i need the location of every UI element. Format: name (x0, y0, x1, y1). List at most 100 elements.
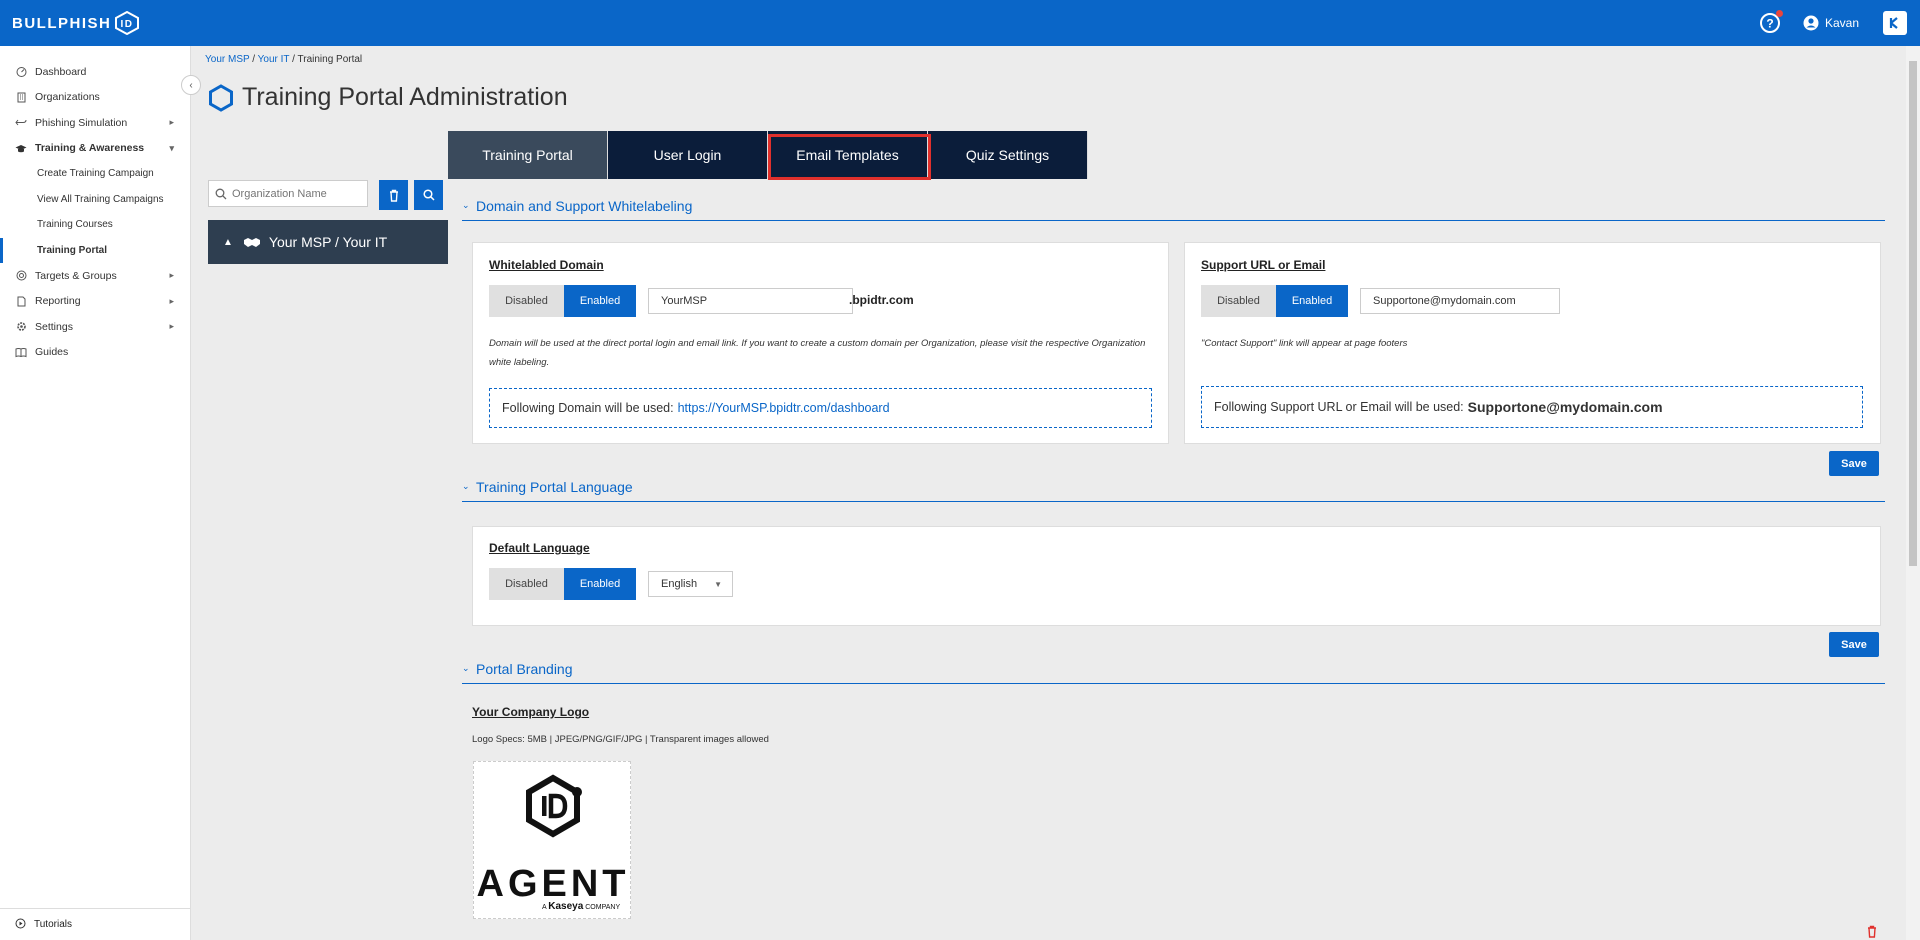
organization-tree-label: Your MSP / Your IT (268, 234, 388, 250)
chevron-down-icon: ⌄ (462, 200, 470, 210)
section-header-domain[interactable]: ⌄ Domain and Support Whitelabeling (462, 198, 1885, 221)
logo-tagline-brand: Kaseya (548, 901, 584, 912)
gear-icon (15, 321, 27, 333)
language-select-value: English (661, 578, 698, 590)
chevron-right-icon: ▸ (169, 295, 174, 306)
support-disabled-button[interactable]: Disabled (1201, 285, 1276, 317)
sidebar-subitem-training-portal[interactable]: Training Portal (0, 237, 190, 263)
scrollbar-thumb[interactable] (1909, 61, 1917, 566)
sidebar-footer-label: Tutorials (34, 919, 72, 930)
page-scrollbar[interactable] (1906, 46, 1920, 940)
section-header-branding[interactable]: ⌄ Portal Branding (462, 661, 1885, 684)
page-title: Training Portal Administration (208, 83, 568, 112)
trash-icon (389, 189, 398, 202)
sidebar-item-settings[interactable]: Settings ▸ (0, 314, 190, 340)
sidebar-item-targets-groups[interactable]: Targets & Groups ▸ (0, 263, 190, 289)
breadcrumb-link-msp[interactable]: Your MSP (205, 54, 249, 65)
breadcrumb-separator: / (249, 54, 258, 65)
chevron-right-icon: ▸ (169, 117, 174, 128)
brand-logo[interactable]: BULLPHISH ID (12, 11, 140, 35)
card-title: Default Language (489, 541, 590, 555)
hexagon-icon (209, 83, 233, 112)
language-select[interactable]: English ▼ (648, 571, 733, 597)
hook-icon (15, 117, 27, 129)
language-toggle: Disabled Enabled (489, 568, 636, 600)
domain-enabled-button[interactable]: Enabled (564, 285, 636, 317)
organization-tree-item[interactable]: ▲ Your MSP / Your IT (208, 220, 448, 264)
clear-search-button[interactable] (379, 180, 408, 210)
sidebar-item-label: Targets & Groups (35, 269, 117, 282)
sidebar-item-label: Reporting (35, 295, 81, 308)
support-enabled-button[interactable]: Enabled (1276, 285, 1348, 317)
save-language-button[interactable]: Save (1829, 632, 1879, 657)
card-title: Support URL or Email (1201, 258, 1326, 272)
sidebar-item-tutorials[interactable]: Tutorials (0, 908, 190, 940)
report-icon (15, 295, 27, 307)
sidebar-item-dashboard[interactable]: Dashboard (0, 59, 190, 85)
domain-suffix: .bpidtr.com (849, 293, 914, 307)
sidebar-item-reporting[interactable]: Reporting ▸ (0, 289, 190, 315)
sidebar-item-training-awareness[interactable]: Training & Awareness ▾ (0, 136, 190, 162)
tab-quiz-settings[interactable]: Quiz Settings (928, 131, 1088, 179)
search-icon (422, 189, 435, 201)
company-logo-image[interactable]: AGENT A Kaseya COMPANY (473, 761, 631, 919)
sidebar-collapse-button[interactable]: ‹ (181, 75, 201, 95)
domain-preview-link[interactable]: https://YourMSP.bpidtr.com/dashboard (678, 401, 890, 415)
default-language-card: Default Language Disabled Enabled Englis… (472, 526, 1881, 626)
search-button[interactable] (414, 180, 443, 210)
chevron-down-icon: ⌄ (462, 663, 470, 673)
section-title: Domain and Support Whitelabeling (476, 198, 693, 214)
section-title: Portal Branding (476, 661, 573, 677)
organization-search-input[interactable] (232, 187, 362, 200)
user-menu[interactable]: Kavan (1803, 15, 1859, 31)
sidebar-item-label: Phishing Simulation (35, 116, 128, 129)
domain-preview-box: Following Domain will be used: https://Y… (489, 388, 1152, 428)
agent-id-logo-icon (526, 774, 582, 838)
chevron-up-icon: ▲ (223, 236, 233, 248)
domain-input[interactable]: YourMSP (648, 288, 853, 314)
sidebar-item-phishing-simulation[interactable]: Phishing Simulation ▸ (0, 110, 190, 136)
language-disabled-button[interactable]: Disabled (489, 568, 564, 600)
help-icon[interactable]: ? (1759, 10, 1783, 34)
logo-tagline: A Kaseya COMPANY (542, 901, 620, 912)
target-icon (15, 270, 27, 282)
tab-training-portal[interactable]: Training Portal (448, 131, 608, 179)
dashboard-icon (15, 66, 27, 78)
kaseya-launcher-button[interactable] (1883, 11, 1907, 35)
support-input[interactable]: Supportone@mydomain.com (1360, 288, 1560, 314)
delete-logo-icon[interactable] (1866, 925, 1878, 938)
kaseya-icon (1889, 17, 1898, 29)
sidebar-subitem-view-all-training-campaigns[interactable]: View All Training Campaigns (0, 187, 190, 213)
breadcrumb-current: Training Portal (297, 54, 363, 65)
whitelabeled-domain-card: Whitelabled Domain Disabled Enabled Your… (472, 242, 1169, 444)
sidebar: Dashboard Organizations Phishing Simulat… (0, 46, 191, 940)
breadcrumb-separator: / (289, 54, 298, 65)
brand-mark: ID (121, 19, 134, 30)
logo-tagline-suffix: COMPANY (585, 904, 621, 911)
brand-hex-icon: ID (115, 11, 140, 35)
top-bar: BULLPHISH ID ? Kavan (0, 0, 1920, 46)
user-name: Kavan (1824, 16, 1859, 30)
sidebar-subitem-training-courses[interactable]: Training Courses (0, 212, 190, 238)
save-domain-button[interactable]: Save (1829, 451, 1879, 476)
support-preview-value: Supportone@mydomain.com (1467, 399, 1663, 415)
caret-down-icon: ▼ (714, 579, 722, 589)
domain-disabled-button[interactable]: Disabled (489, 285, 564, 317)
organization-search[interactable] (208, 180, 368, 207)
section-header-language[interactable]: ⌄ Training Portal Language (462, 479, 1885, 502)
sidebar-item-guides[interactable]: Guides (0, 340, 190, 366)
brand-name: BULLPHISH (12, 14, 112, 32)
card-title: Whitelabled Domain (489, 258, 604, 272)
tab-email-templates[interactable]: Email Templates (768, 131, 931, 180)
tab-user-login[interactable]: User Login (608, 131, 768, 179)
sidebar-item-label: Training & Awareness (35, 142, 145, 155)
sidebar-item-label: Dashboard (35, 65, 87, 78)
tab-bar: Training Portal User Login Email Templat… (448, 131, 1088, 180)
sidebar-subitem-create-training-campaign[interactable]: Create Training Campaign (0, 161, 190, 187)
sidebar-item-label: Settings (35, 320, 73, 333)
sidebar-item-organizations[interactable]: Organizations (0, 85, 190, 111)
language-enabled-button[interactable]: Enabled (564, 568, 636, 600)
play-circle-icon (15, 918, 26, 932)
page-title-text: Training Portal Administration (242, 83, 568, 111)
breadcrumb-link-it[interactable]: Your IT (258, 54, 290, 65)
